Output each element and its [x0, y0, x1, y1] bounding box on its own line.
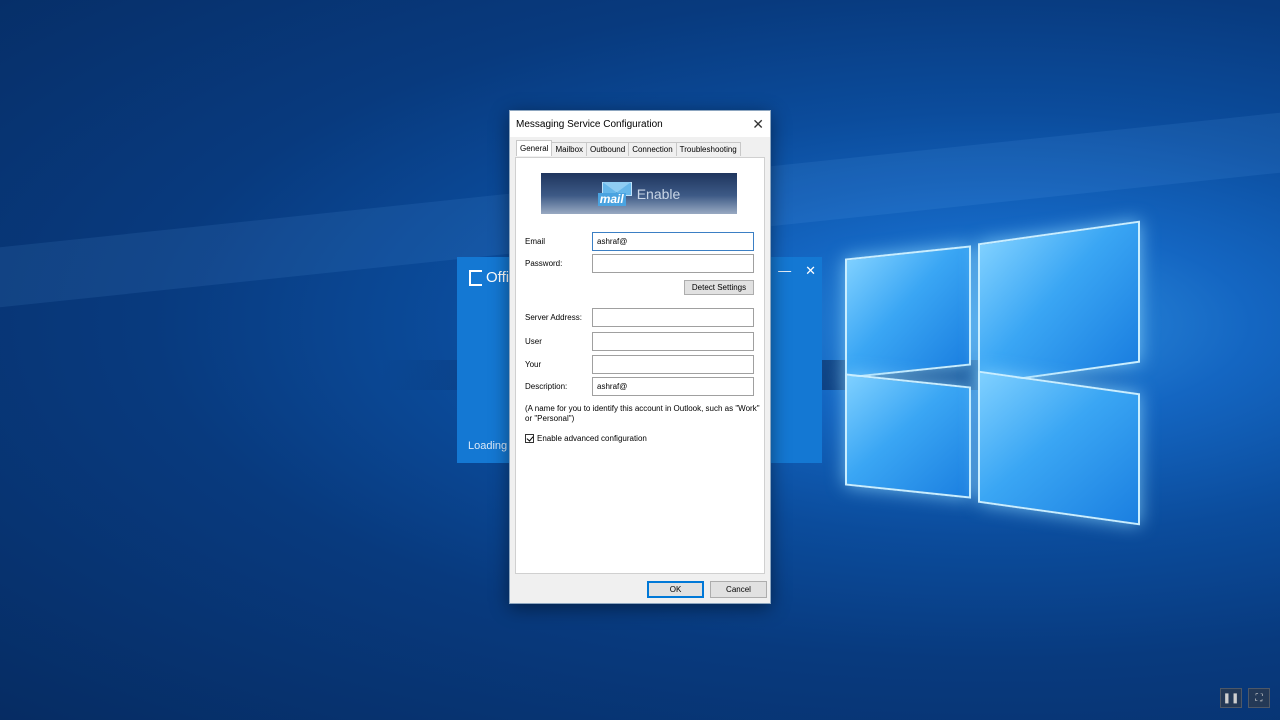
minimize-icon[interactable]: —: [778, 263, 791, 279]
user-label: User: [525, 337, 542, 346]
tab-strip: General Mailbox Outbound Connection Trou…: [516, 140, 741, 156]
close-icon[interactable]: ✕: [752, 117, 764, 131]
server-address-field[interactable]: [592, 308, 754, 327]
fullscreen-icon[interactable]: ⛶: [1248, 688, 1270, 708]
password-label: Password:: [525, 259, 563, 268]
your-field[interactable]: [592, 355, 754, 374]
server-address-label: Server Address:: [525, 313, 582, 322]
dialog-title: Messaging Service Configuration: [516, 118, 663, 130]
your-label: Your: [525, 360, 542, 369]
general-tab-panel: mail Enable Email Password: Detect Setti…: [515, 157, 765, 574]
wallpaper-pane: [845, 245, 971, 379]
office-icon: [469, 269, 482, 286]
description-label: Description:: [525, 382, 568, 391]
close-icon[interactable]: ✕: [805, 263, 816, 279]
description-field[interactable]: [592, 377, 754, 396]
email-field[interactable]: [592, 232, 754, 251]
mailenable-logo: mail Enable: [541, 173, 737, 214]
tab-troubleshooting[interactable]: Troubleshooting: [675, 142, 741, 156]
tab-mailbox[interactable]: Mailbox: [551, 142, 588, 156]
ok-button[interactable]: OK: [647, 581, 704, 598]
office-title: Offi: [486, 269, 510, 286]
player-controls: ❚❚ ⛶: [1220, 688, 1270, 708]
wallpaper-pane: [978, 370, 1140, 526]
advanced-config-checkbox[interactable]: [525, 434, 534, 443]
password-field[interactable]: [592, 254, 754, 273]
messaging-service-dialog: Messaging Service Configuration ✕ Genera…: [509, 110, 771, 604]
advanced-config-row[interactable]: Enable advanced configuration: [525, 434, 647, 443]
tab-connection[interactable]: Connection: [628, 142, 677, 156]
tab-outbound[interactable]: Outbound: [586, 142, 630, 156]
dialog-titlebar[interactable]: Messaging Service Configuration ✕: [510, 111, 770, 137]
envelope-icon: mail: [597, 181, 633, 206]
cancel-button[interactable]: Cancel: [710, 581, 767, 598]
wallpaper-pane: [845, 373, 971, 499]
email-label: Email: [525, 237, 546, 246]
advanced-config-label: Enable advanced configuration: [537, 434, 647, 443]
logo-mail-text: mail: [597, 191, 626, 206]
tab-general[interactable]: General: [516, 140, 553, 156]
description-hint: (A name for you to identify this account…: [525, 404, 760, 423]
user-field[interactable]: [592, 332, 754, 351]
office-logo: Offi: [469, 269, 509, 286]
office-loading-text: Loading I: [468, 440, 514, 452]
logo-enable-text: Enable: [636, 185, 681, 202]
pause-icon[interactable]: ❚❚: [1220, 688, 1242, 708]
office-window-controls: — ✕: [778, 263, 816, 279]
wallpaper-pane: [978, 220, 1140, 386]
detect-settings-button[interactable]: Detect Settings: [684, 280, 754, 295]
